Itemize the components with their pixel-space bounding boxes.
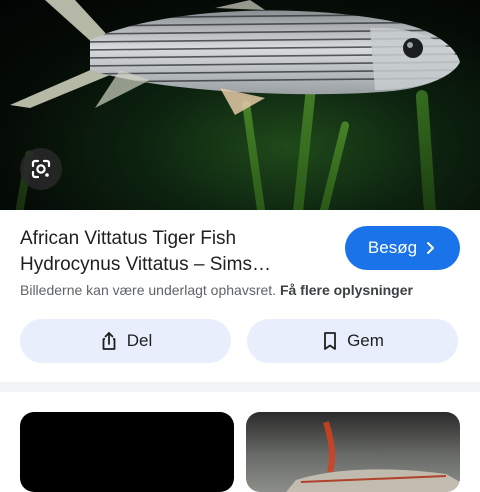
share-icon [102, 332, 116, 350]
result-title[interactable]: African Vittatus Tiger Fish Hydrocynus V… [20, 226, 330, 278]
bookmark-icon [324, 332, 336, 350]
share-button-label: Del [126, 331, 153, 350]
google-lens-button[interactable] [20, 148, 62, 190]
result-info-panel: African Vittatus Tiger Fish Hydrocynus V… [0, 210, 480, 380]
copyright-text: Billederne kan være underlagt ophavsret. [20, 282, 277, 298]
copyright-notice: Billederne kan være underlagt ophavsret.… [20, 282, 470, 298]
hero-image[interactable] [0, 0, 480, 210]
section-divider [0, 382, 480, 392]
visit-button[interactable]: Besøg [345, 226, 460, 270]
chevron-right-icon [427, 242, 435, 254]
related-image-2[interactable] [246, 412, 460, 492]
fish-thumbnail-illustration [286, 421, 460, 492]
share-button[interactable]: Del [20, 319, 231, 363]
related-image-1[interactable] [20, 412, 234, 492]
result-title-line-2: Hydrocynus Vittatus – Sims… [20, 254, 271, 275]
fish-illustration [10, 0, 460, 115]
learn-more-link[interactable]: Få flere oplysninger [280, 282, 413, 298]
save-button-label: Gem [347, 331, 384, 350]
google-lens-icon [31, 159, 51, 179]
result-title-line-1: African Vittatus Tiger Fish [20, 228, 237, 249]
visit-button-label: Besøg [367, 238, 418, 257]
save-button[interactable]: Gem [247, 319, 458, 363]
